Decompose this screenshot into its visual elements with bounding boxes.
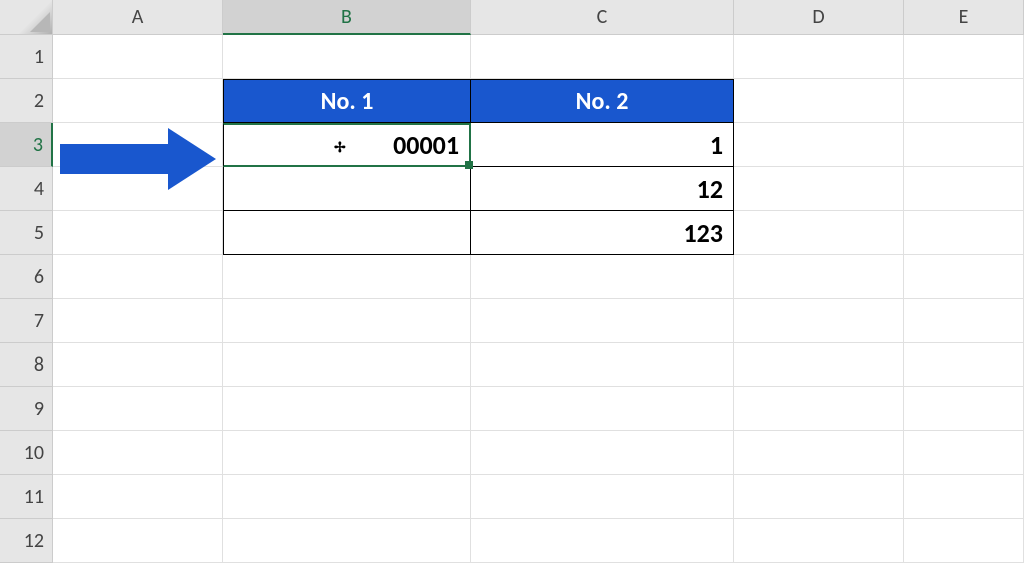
cell-c9[interactable] <box>471 387 734 431</box>
cell-b5[interactable] <box>223 211 471 255</box>
cell-c5[interactable]: 123 <box>471 211 734 255</box>
cell-e6[interactable] <box>904 255 1024 299</box>
cell-c7[interactable] <box>471 299 734 343</box>
row-header-11[interactable]: 11 <box>0 475 53 519</box>
cell-c4[interactable]: 12 <box>471 167 734 211</box>
cell-e10[interactable] <box>904 431 1024 475</box>
cell-a4[interactable] <box>53 167 223 211</box>
cell-a8[interactable] <box>53 343 223 387</box>
column-header-b[interactable]: B <box>223 0 471 35</box>
cell-b1[interactable] <box>223 35 471 79</box>
cell-e11[interactable] <box>904 475 1024 519</box>
cell-c1[interactable] <box>471 35 734 79</box>
row-header-8[interactable]: 8 <box>0 343 53 387</box>
row-header-1[interactable]: 1 <box>0 35 53 79</box>
column-header-a[interactable]: A <box>53 0 223 35</box>
cell-a3[interactable] <box>53 123 223 167</box>
cell-b3[interactable]: ✢ 00001 <box>223 123 471 167</box>
cell-b11[interactable] <box>223 475 471 519</box>
row-header-4[interactable]: 4 <box>0 167 53 211</box>
cell-d5[interactable] <box>734 211 904 255</box>
cell-c6[interactable] <box>471 255 734 299</box>
row-header-12[interactable]: 12 <box>0 519 53 563</box>
cell-b8[interactable] <box>223 343 471 387</box>
cell-e7[interactable] <box>904 299 1024 343</box>
cell-a10[interactable] <box>53 431 223 475</box>
cell-c3[interactable]: 1 <box>471 123 734 167</box>
cell-e12[interactable] <box>904 519 1024 563</box>
cell-d9[interactable] <box>734 387 904 431</box>
cell-d12[interactable] <box>734 519 904 563</box>
cell-a11[interactable] <box>53 475 223 519</box>
row-header-10[interactable]: 10 <box>0 431 53 475</box>
row-header-6[interactable]: 6 <box>0 255 53 299</box>
cell-d6[interactable] <box>734 255 904 299</box>
cell-c8[interactable] <box>471 343 734 387</box>
cell-c11[interactable] <box>471 475 734 519</box>
cell-b9[interactable] <box>223 387 471 431</box>
row-header-9[interactable]: 9 <box>0 387 53 431</box>
cell-d7[interactable] <box>734 299 904 343</box>
column-header-c[interactable]: C <box>471 0 734 35</box>
cell-b6[interactable] <box>223 255 471 299</box>
cell-e4[interactable] <box>904 167 1024 211</box>
row-header-2[interactable]: 2 <box>0 79 53 123</box>
cell-c10[interactable] <box>471 431 734 475</box>
cell-a7[interactable] <box>53 299 223 343</box>
cell-e8[interactable] <box>904 343 1024 387</box>
cell-a12[interactable] <box>53 519 223 563</box>
cell-a1[interactable] <box>53 35 223 79</box>
cell-b7[interactable] <box>223 299 471 343</box>
cell-d2[interactable] <box>734 79 904 123</box>
cell-d11[interactable] <box>734 475 904 519</box>
column-header-e[interactable]: E <box>904 0 1024 35</box>
select-all-corner[interactable] <box>0 0 53 35</box>
cell-d3[interactable] <box>734 123 904 167</box>
cell-e2[interactable] <box>904 79 1024 123</box>
cell-a9[interactable] <box>53 387 223 431</box>
cell-a2[interactable] <box>53 79 223 123</box>
cell-b4[interactable] <box>223 167 471 211</box>
cell-b10[interactable] <box>223 431 471 475</box>
cell-e9[interactable] <box>904 387 1024 431</box>
cell-d8[interactable] <box>734 343 904 387</box>
cell-d1[interactable] <box>734 35 904 79</box>
spreadsheet-grid[interactable]: A B C D E 1 2 No. 1 No. 2 3 ✢ 00001 1 4 … <box>0 0 1024 563</box>
cell-d10[interactable] <box>734 431 904 475</box>
table-header-1[interactable]: No. 1 <box>223 79 471 123</box>
cell-e3[interactable] <box>904 123 1024 167</box>
cell-d4[interactable] <box>734 167 904 211</box>
cell-e5[interactable] <box>904 211 1024 255</box>
cell-e1[interactable] <box>904 35 1024 79</box>
cell-a5[interactable] <box>53 211 223 255</box>
column-header-d[interactable]: D <box>734 0 904 35</box>
cell-c12[interactable] <box>471 519 734 563</box>
cell-b12[interactable] <box>223 519 471 563</box>
row-header-7[interactable]: 7 <box>0 299 53 343</box>
row-header-3[interactable]: 3 <box>0 123 53 167</box>
row-header-5[interactable]: 5 <box>0 211 53 255</box>
table-header-2[interactable]: No. 2 <box>471 79 734 123</box>
cursor-icon: ✢ <box>334 139 346 156</box>
cell-value: 00001 <box>393 129 459 161</box>
cell-a6[interactable] <box>53 255 223 299</box>
